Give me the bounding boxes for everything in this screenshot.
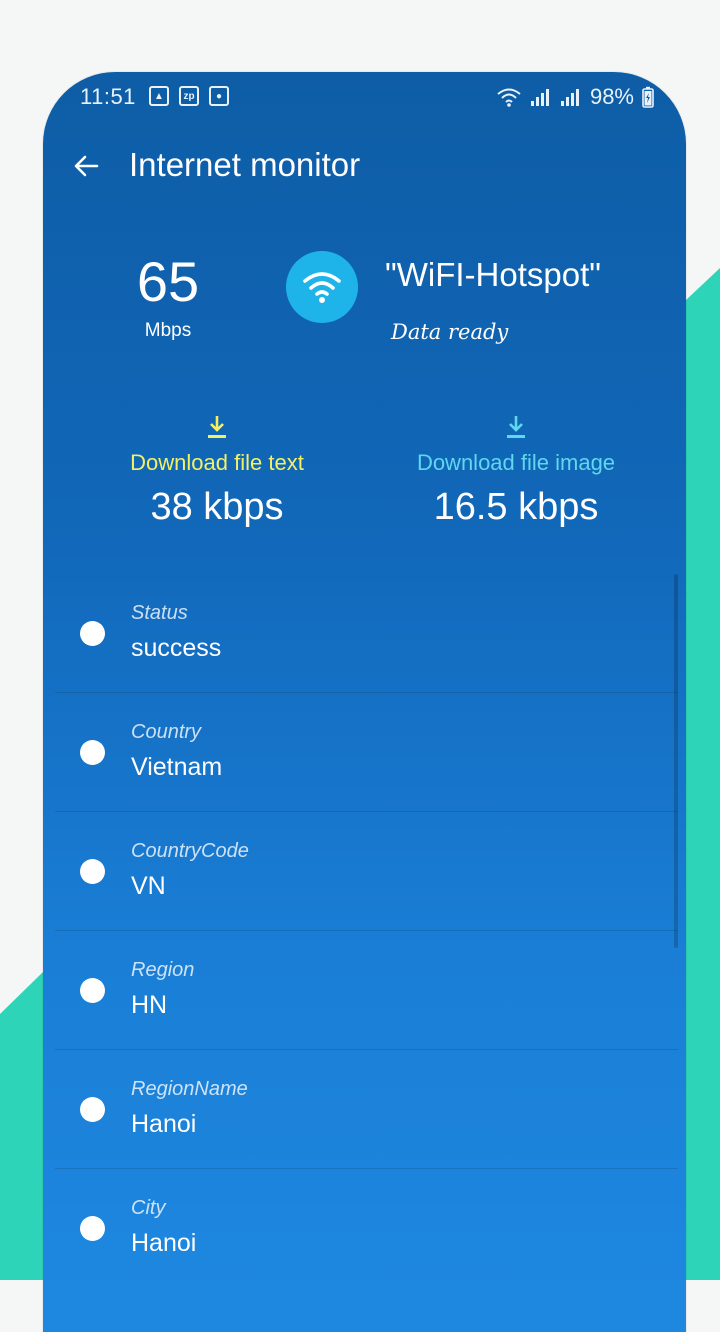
item-label: RegionName (131, 1078, 248, 1100)
bullet-icon (80, 1097, 105, 1122)
speed-value: 65 (136, 250, 200, 313)
screenshot-icon: ● (209, 86, 229, 106)
phone-screen: 11:51 ▲ zp ● 98% Internet monitor 65 Mbp… (43, 72, 686, 1332)
download-image-label: Download file image (416, 450, 616, 475)
bullet-icon (80, 859, 105, 884)
item-label: Region (131, 959, 195, 981)
download-text-value: 38 kbps (150, 486, 284, 528)
bullet-icon (80, 1216, 105, 1241)
download-image-value: 16.5 kbps (433, 486, 599, 528)
download-icon (208, 416, 226, 438)
zp-icon: zp (179, 86, 199, 106)
network-name: "WiFI-Hotspot" (385, 256, 601, 293)
bullet-icon (80, 740, 105, 765)
notification-icons: ▲ zp ● (149, 86, 229, 106)
battery-percent: 98% (589, 84, 634, 109)
download-icon (507, 416, 525, 438)
list-item: Status success (55, 574, 678, 693)
item-label: City (131, 1197, 166, 1219)
battery-icon (642, 86, 654, 108)
bullet-icon (80, 978, 105, 1003)
signal-icon (530, 89, 549, 106)
item-value: HN (131, 991, 168, 1019)
item-value: VN (131, 872, 166, 900)
speed-unit: Mbps (144, 320, 192, 341)
list-item: Region HN (55, 931, 678, 1050)
signal-icon-2 (560, 89, 579, 106)
wifi-status-icon (497, 88, 521, 107)
status-time: 11:51 (80, 84, 136, 109)
item-label: Status (131, 602, 188, 624)
list-item: CountryCode VN (55, 812, 678, 931)
list-item: Country Vietnam (55, 693, 678, 812)
item-value: success (131, 634, 222, 662)
download-text-label: Download file text (130, 450, 304, 475)
gallery-icon: ▲ (149, 86, 169, 106)
info-list: Status success Country Vietnam CountryCo… (55, 574, 678, 1287)
item-value: Hanoi (131, 1110, 197, 1138)
speed-block: 65 Mbps (113, 250, 223, 342)
list-item: RegionName Hanoi (55, 1050, 678, 1169)
item-value: Hanoi (131, 1229, 197, 1257)
list-item: City Hanoi (55, 1169, 678, 1287)
item-label: Country (131, 721, 202, 743)
bullet-icon (80, 621, 105, 646)
back-arrow-icon[interactable] (67, 146, 107, 186)
app-bar: Internet monitor (43, 132, 686, 202)
connection-state: Data ready (391, 320, 509, 344)
status-bar: 11:51 ▲ zp ● 98% (43, 72, 686, 124)
item-label: CountryCode (131, 840, 249, 862)
system-status: 98% (496, 84, 654, 110)
download-text-block: Download file text 38 kbps (67, 414, 367, 529)
page-title: Internet monitor (129, 146, 361, 183)
item-value: Vietnam (131, 753, 223, 781)
download-image-block: Download file image 16.5 kbps (366, 414, 666, 529)
